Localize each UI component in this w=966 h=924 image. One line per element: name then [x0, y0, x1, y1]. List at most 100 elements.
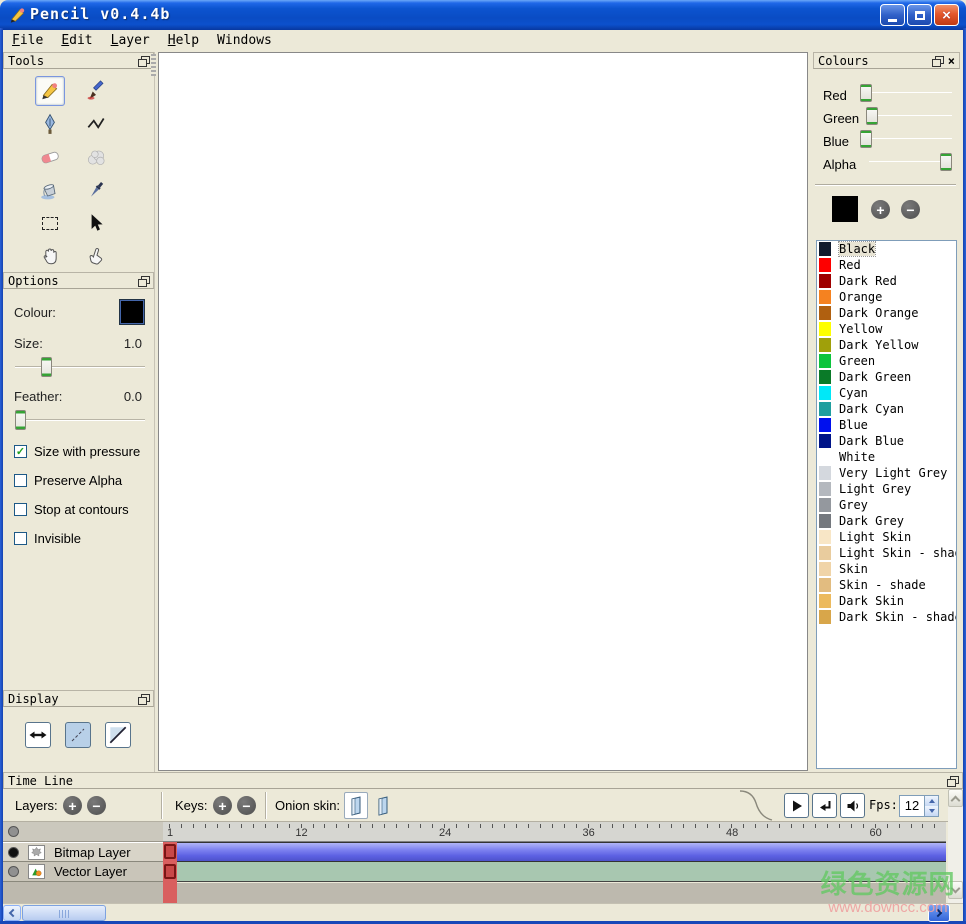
fps-value[interactable]: 12 [900, 796, 924, 816]
eraser-tool-button[interactable] [35, 142, 65, 172]
layer-row-bitmap[interactable]: Bitmap Layer [3, 842, 163, 862]
red-slider[interactable] [860, 83, 952, 103]
colour-list-item[interactable]: Light Skin [817, 529, 956, 545]
colour-swatch[interactable] [819, 546, 831, 560]
colour-list-item[interactable]: Red [817, 257, 956, 273]
finger-tool-button[interactable] [81, 241, 111, 271]
colour-list-item[interactable]: Black [817, 241, 956, 257]
colour-swatch[interactable] [819, 418, 831, 432]
spin-up-button[interactable] [925, 796, 938, 806]
colour-list-item[interactable]: Dark Skin [817, 593, 956, 609]
colour-swatch[interactable] [819, 322, 831, 336]
colour-swatch[interactable] [819, 482, 831, 496]
colour-swatch[interactable] [819, 594, 831, 608]
colour-swatch[interactable] [819, 610, 831, 624]
polyline-tool-button[interactable] [81, 109, 111, 139]
colour-list-item[interactable]: Yellow [817, 321, 956, 337]
checkbox-unchecked-icon[interactable] [14, 532, 27, 545]
hand-tool-button[interactable] [35, 241, 65, 271]
options-panel-titlebar[interactable]: Options [3, 272, 154, 289]
minimize-button[interactable] [880, 4, 905, 26]
scroll-left-button[interactable] [3, 905, 21, 921]
onion-split-display-button[interactable] [105, 722, 131, 748]
colour-list-item[interactable]: Very Light Grey [817, 465, 956, 481]
timeline-vertical-scrollbar[interactable] [948, 789, 963, 903]
current-colour-swatch[interactable] [832, 196, 858, 222]
title-bar[interactable]: Pencil v0.4.4b × [0, 0, 966, 30]
colour-list-item[interactable]: Light Skin - shade [817, 545, 956, 561]
pen-tool-button[interactable] [35, 109, 65, 139]
colour-swatch[interactable] [819, 450, 831, 464]
sound-button[interactable] [840, 793, 865, 818]
menu-layer[interactable]: Layer [102, 31, 159, 50]
float-panel-icon[interactable] [138, 694, 149, 704]
colour-list-item[interactable]: Light Grey [817, 481, 956, 497]
option-checkbox-row[interactable]: Stop at contours [14, 495, 152, 524]
onion-skin-next-button[interactable] [371, 792, 395, 819]
colour-swatch[interactable] [819, 274, 831, 288]
timeline-horizontal-scrollbar[interactable] [3, 903, 963, 921]
slider-track[interactable] [860, 138, 952, 139]
float-panel-icon[interactable] [947, 776, 958, 786]
timeline-panel-titlebar[interactable]: Time Line [3, 772, 963, 789]
scroll-up-button[interactable] [948, 789, 963, 807]
colour-list-item[interactable]: Dark Yellow [817, 337, 956, 353]
colour-list-item[interactable]: Dark Skin - shade [817, 609, 956, 625]
slider-track[interactable] [866, 115, 952, 116]
scroll-right-button[interactable] [928, 904, 950, 922]
colour-swatch[interactable] [819, 258, 831, 272]
slider-track[interactable] [15, 366, 145, 368]
onion-opacity-display-button[interactable] [65, 722, 91, 748]
bucket-tool-button[interactable] [35, 175, 65, 205]
green-slider-handle[interactable] [866, 107, 878, 125]
remove-colour-button[interactable]: − [901, 200, 920, 219]
colour-swatch[interactable] [819, 466, 831, 480]
remove-layer-button[interactable]: − [87, 796, 106, 815]
maximize-button[interactable] [907, 4, 932, 26]
splitter-handle[interactable] [151, 54, 156, 76]
size-slider[interactable] [15, 357, 145, 377]
colour-swatch[interactable] [819, 386, 831, 400]
visibility-dot-icon[interactable] [8, 826, 19, 837]
scrollbar-thumb[interactable] [22, 905, 106, 921]
alpha-slider-handle[interactable] [940, 153, 952, 171]
visibility-dot-icon[interactable] [8, 866, 19, 877]
option-checkbox-row[interactable]: ✓Size with pressure [14, 437, 152, 466]
colour-list[interactable]: BlackRedDark RedOrangeDark OrangeYellowD… [816, 240, 957, 769]
colour-swatch[interactable] [819, 530, 831, 544]
colour-swatch[interactable] [819, 338, 831, 352]
play-button[interactable] [784, 793, 809, 818]
colour-list-item[interactable]: Skin - shade [817, 577, 956, 593]
colour-swatch[interactable] [819, 306, 831, 320]
colour-list-item[interactable]: Dark Red [817, 273, 956, 289]
colour-list-item[interactable]: Blue [817, 417, 956, 433]
timeline-ruler[interactable]: 11224364860 [163, 822, 946, 842]
colour-list-item[interactable]: Green [817, 353, 956, 369]
add-layer-button[interactable]: + [63, 796, 82, 815]
size-slider-handle[interactable] [41, 357, 52, 377]
colour-list-item[interactable]: Dark Orange [817, 305, 956, 321]
blue-slider-handle[interactable] [860, 130, 872, 148]
colour-swatch[interactable] [819, 402, 831, 416]
eyedropper-tool-button[interactable] [81, 175, 111, 205]
colour-swatch[interactable] [819, 242, 831, 256]
colour-swatch[interactable] [819, 514, 831, 528]
colour-list-item[interactable]: Orange [817, 289, 956, 305]
layer-row-vector[interactable]: Vector Layer [3, 862, 163, 882]
slider-track[interactable] [15, 419, 145, 421]
tools-panel-titlebar[interactable]: Tools [3, 52, 154, 69]
loop-button[interactable] [812, 793, 837, 818]
feather-slider-handle[interactable] [15, 410, 26, 430]
select-tool-button[interactable] [35, 208, 65, 238]
colour-list-item[interactable]: White [817, 449, 956, 465]
mirror-display-button[interactable] [25, 722, 51, 748]
slider-track[interactable] [860, 92, 952, 93]
visibility-dot-icon[interactable] [8, 847, 19, 858]
colour-swatch[interactable] [819, 578, 831, 592]
colour-swatch[interactable] [819, 370, 831, 384]
colour-list-item[interactable]: Dark Green [817, 369, 956, 385]
colour-swatch[interactable] [819, 562, 831, 576]
option-checkbox-row[interactable]: Invisible [14, 524, 152, 553]
colour-swatch[interactable] [819, 498, 831, 512]
colour-list-item[interactable]: Grey [817, 497, 956, 513]
